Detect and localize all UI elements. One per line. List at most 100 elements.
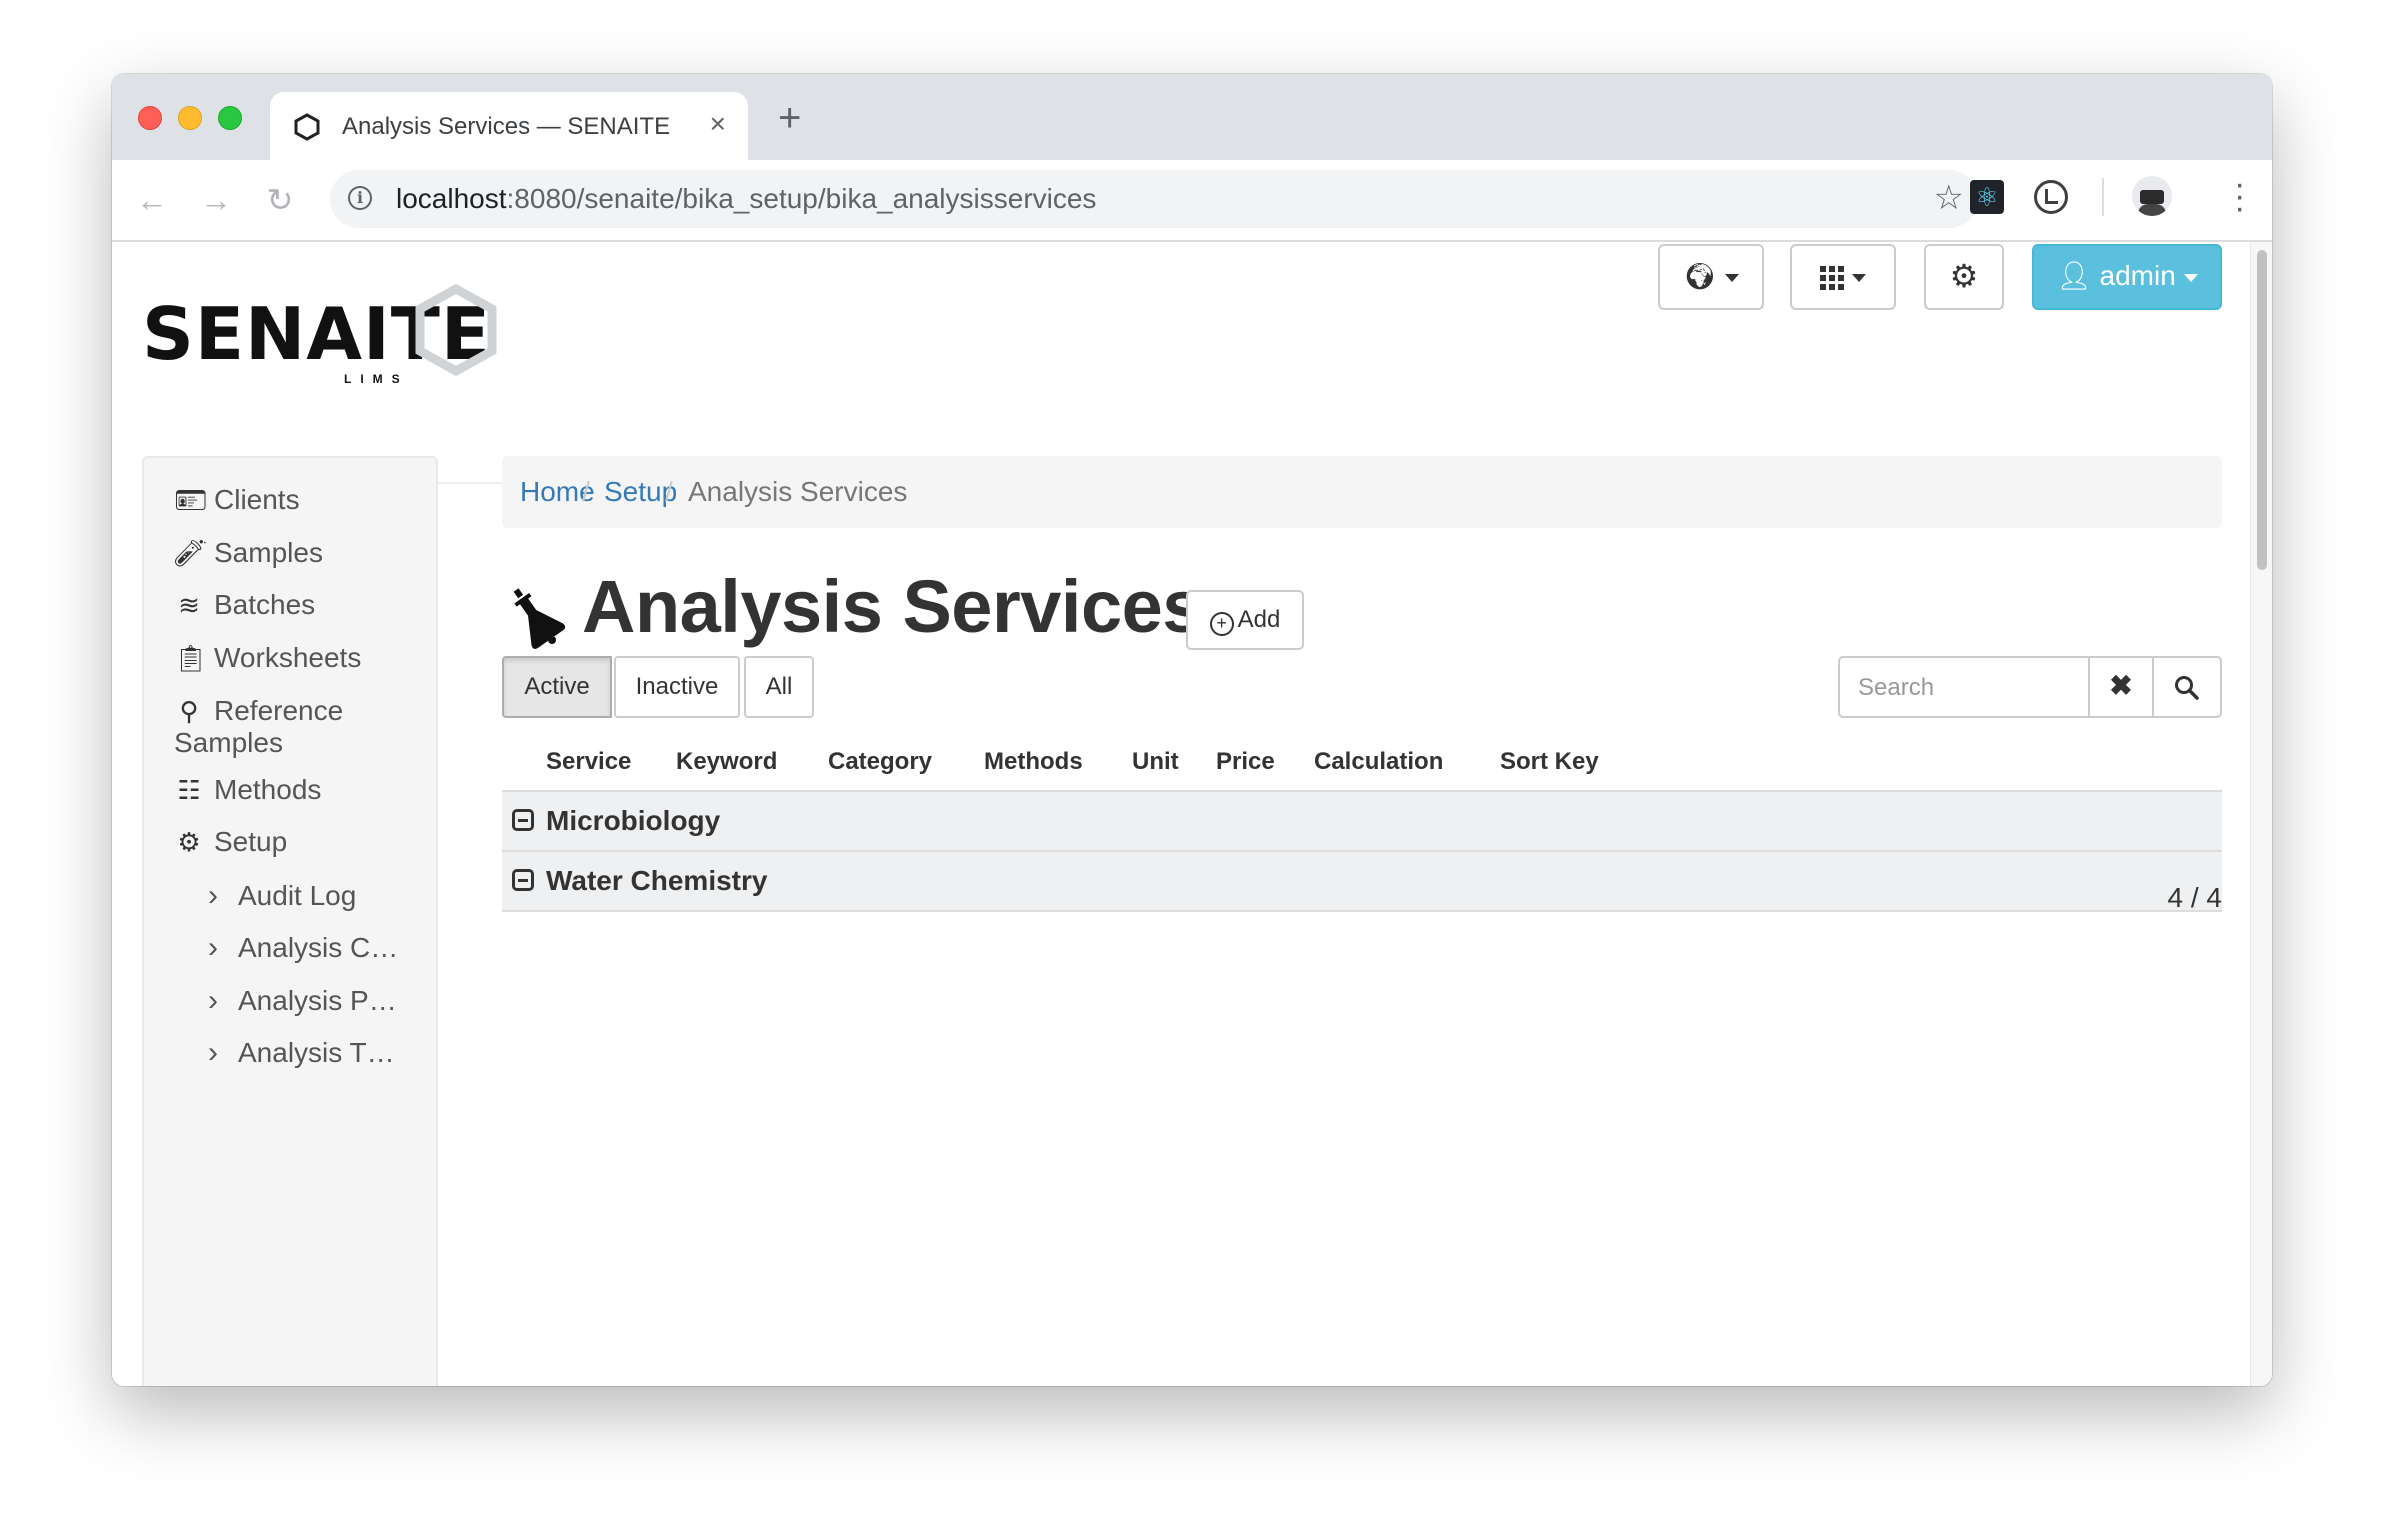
magnifier-icon <box>2175 675 2199 700</box>
column-header-unit[interactable]: Unit <box>1132 748 1179 776</box>
bookmark-star-icon[interactable]: ☆ <box>1934 178 1964 218</box>
sidebar-subitem-label: Analysis C… <box>238 932 399 963</box>
browser-menu-icon[interactable]: · · · <box>2234 167 2245 225</box>
table-header: Service Keyword Category Methods Unit Pr… <box>502 734 2222 793</box>
tab-close-icon[interactable]: × <box>710 108 726 140</box>
page-content: SENAITE LIMS 🌍︎ ⚙ 👤︎ admin 🪪︎ Clients 🧪︎… <box>112 242 2250 1386</box>
chevron-down-icon <box>2183 273 2198 282</box>
chevron-right-icon: › <box>208 1036 218 1069</box>
sidebar-subitem-analysis-profiles[interactable]: › Analysis P… <box>208 984 397 1018</box>
back-arrow-icon[interactable]: ← <box>132 180 172 220</box>
new-tab-button[interactable]: + <box>778 98 801 138</box>
minimize-window-button[interactable] <box>178 106 202 130</box>
sidebar-subitem-audit-log[interactable]: › Audit Log <box>208 879 356 913</box>
browser-window: Analysis Services — SENAITE × + ← → ↻ i … <box>112 74 2272 1386</box>
language-menu-button[interactable]: 🌍︎ <box>1658 244 1764 310</box>
breadcrumb-separator: / <box>582 476 590 507</box>
sidebar-item-label: Clients <box>214 484 300 515</box>
sidebar-item-setup[interactable]: ⚙ Setup <box>174 826 287 858</box>
page-scrollbar[interactable] <box>2250 242 2272 1386</box>
browser-toolbar: ← → ↻ i localhost:8080/senaite/bika_setu… <box>112 160 2272 242</box>
column-header-keyword[interactable]: Keyword <box>676 748 777 776</box>
filter-all-button[interactable]: All <box>744 656 814 718</box>
globe-icon: 🌍︎ <box>1683 261 1717 291</box>
senaite-logo[interactable]: SENAITE LIMS <box>142 282 502 392</box>
sidebar-item-reference-samples[interactable]: ⚲ Reference Samples <box>174 695 343 759</box>
flask-pipette-icon <box>513 588 566 649</box>
user-menu-button[interactable]: 👤︎ admin <box>2032 244 2222 310</box>
sidebar-item-methods[interactable]: ☷ Methods <box>174 774 321 806</box>
url-text[interactable]: localhost:8080/senaite/bika_setup/bika_a… <box>396 183 1096 215</box>
filter-inactive-button[interactable]: Inactive <box>614 656 740 718</box>
sidebar-subitem-label: Analysis P… <box>238 985 397 1016</box>
column-header-category[interactable]: Category <box>828 748 932 776</box>
sidebar-item-label: Methods <box>214 774 322 805</box>
sidebar-nav: 🪪︎ Clients 🧪︎ Samples ≋ Batches 📋︎ Worksheet… <box>142 456 438 1386</box>
sidebar-item-worksheets[interactable]: 📋︎ Worksheets <box>174 642 361 674</box>
forward-arrow-icon[interactable]: → <box>196 180 236 220</box>
sidebar-item-label: Samples <box>214 537 323 568</box>
breadcrumb: Home / Setup / Analysis Services <box>502 456 2222 528</box>
sidebar-item-samples[interactable]: 🧪︎ Samples <box>174 537 323 569</box>
clipboard-clock-icon: 📋︎ <box>174 643 208 673</box>
test-tubes-icon: 🧪︎ <box>174 538 208 568</box>
category-label: Water Chemistry <box>546 865 768 896</box>
react-devtools-icon[interactable]: ⚛ <box>1970 180 2004 214</box>
clear-search-icon[interactable]: ✖ <box>2088 656 2154 718</box>
scrollbar-thumb[interactable] <box>2257 250 2267 570</box>
plus-circle-icon: + <box>1209 612 1234 636</box>
column-header-calculation[interactable]: Calculation <box>1314 748 1443 776</box>
site-info-icon[interactable]: i <box>348 186 372 210</box>
sidebar-item-clients[interactable]: 🪪︎ Clients <box>174 484 300 516</box>
collapse-toggle-icon[interactable] <box>512 869 534 891</box>
tab-title: Analysis Services — SENAITE <box>342 113 671 140</box>
gear-icon: ⚙ <box>1949 258 1979 294</box>
column-header-methods[interactable]: Methods <box>984 748 1083 776</box>
close-window-button[interactable] <box>138 106 162 130</box>
chevron-down-icon <box>1852 274 1866 283</box>
toolbar-divider <box>2102 178 2104 216</box>
search-input[interactable]: Search <box>1838 656 2090 718</box>
sync-extension-icon[interactable] <box>2034 180 2068 214</box>
add-button[interactable]: + Add <box>1186 590 1304 650</box>
chevron-right-icon: › <box>208 931 218 964</box>
collapse-toggle-icon[interactable] <box>512 809 534 831</box>
reference-icon: ⚲ <box>179 696 199 726</box>
sidebar-subitem-analysis-templates[interactable]: › Analysis T… <box>208 1036 395 1070</box>
sidebar-item-label: Setup <box>214 826 288 857</box>
chevron-right-icon: › <box>208 984 218 1017</box>
column-header-service[interactable]: Service <box>546 748 631 776</box>
breadcrumb-separator: / <box>665 476 673 507</box>
page-title: Analysis Services <box>582 565 1203 648</box>
column-header-price[interactable]: Price <box>1216 748 1275 776</box>
browser-tab[interactable]: Analysis Services — SENAITE × <box>270 92 748 160</box>
hexagon-favicon-icon <box>294 113 320 141</box>
logo-hexagon-icon <box>415 284 497 376</box>
category-row-microbiology[interactable]: Microbiology <box>502 792 2222 852</box>
contact-card-icon: 🪪︎ <box>174 485 208 515</box>
chevron-right-icon: › <box>208 879 218 912</box>
address-bar[interactable]: i localhost:8080/senaite/bika_setup/bika… <box>330 170 1978 228</box>
category-row-water-chemistry[interactable]: Water Chemistry <box>502 852 2222 912</box>
layers-icon: ≋ <box>178 590 200 620</box>
sidebar-subitem-analysis-categories[interactable]: › Analysis C… <box>208 931 398 965</box>
tab-bar: Analysis Services — SENAITE × + <box>112 74 2272 160</box>
gears-icon: ⚙ <box>177 827 201 857</box>
column-header-sort-key[interactable]: Sort Key <box>1500 748 1599 776</box>
maximize-window-button[interactable] <box>218 106 242 130</box>
profile-avatar[interactable] <box>2132 176 2172 216</box>
sidebar-item-label: Samples <box>174 727 283 758</box>
sidebar-item-label: Batches <box>214 589 316 620</box>
reload-icon[interactable]: ↻ <box>260 180 300 220</box>
results-count: 4 / 4 <box>2167 882 2222 913</box>
category-label: Microbiology <box>546 805 721 836</box>
search-icon[interactable] <box>2152 656 2222 718</box>
chevron-down-icon <box>1724 274 1739 283</box>
settings-button[interactable]: ⚙ <box>1924 244 2004 310</box>
apps-menu-button[interactable] <box>1790 244 1896 310</box>
sidebar-item-batches[interactable]: ≋ Batches <box>174 589 315 621</box>
breadcrumb-current: Analysis Services <box>688 476 908 507</box>
url-path: :8080/senaite/bika_setup/bika_analysisse… <box>506 183 1097 214</box>
sidebar-subitem-label: Analysis T… <box>238 1037 395 1068</box>
filter-active-button[interactable]: Active <box>502 656 612 718</box>
